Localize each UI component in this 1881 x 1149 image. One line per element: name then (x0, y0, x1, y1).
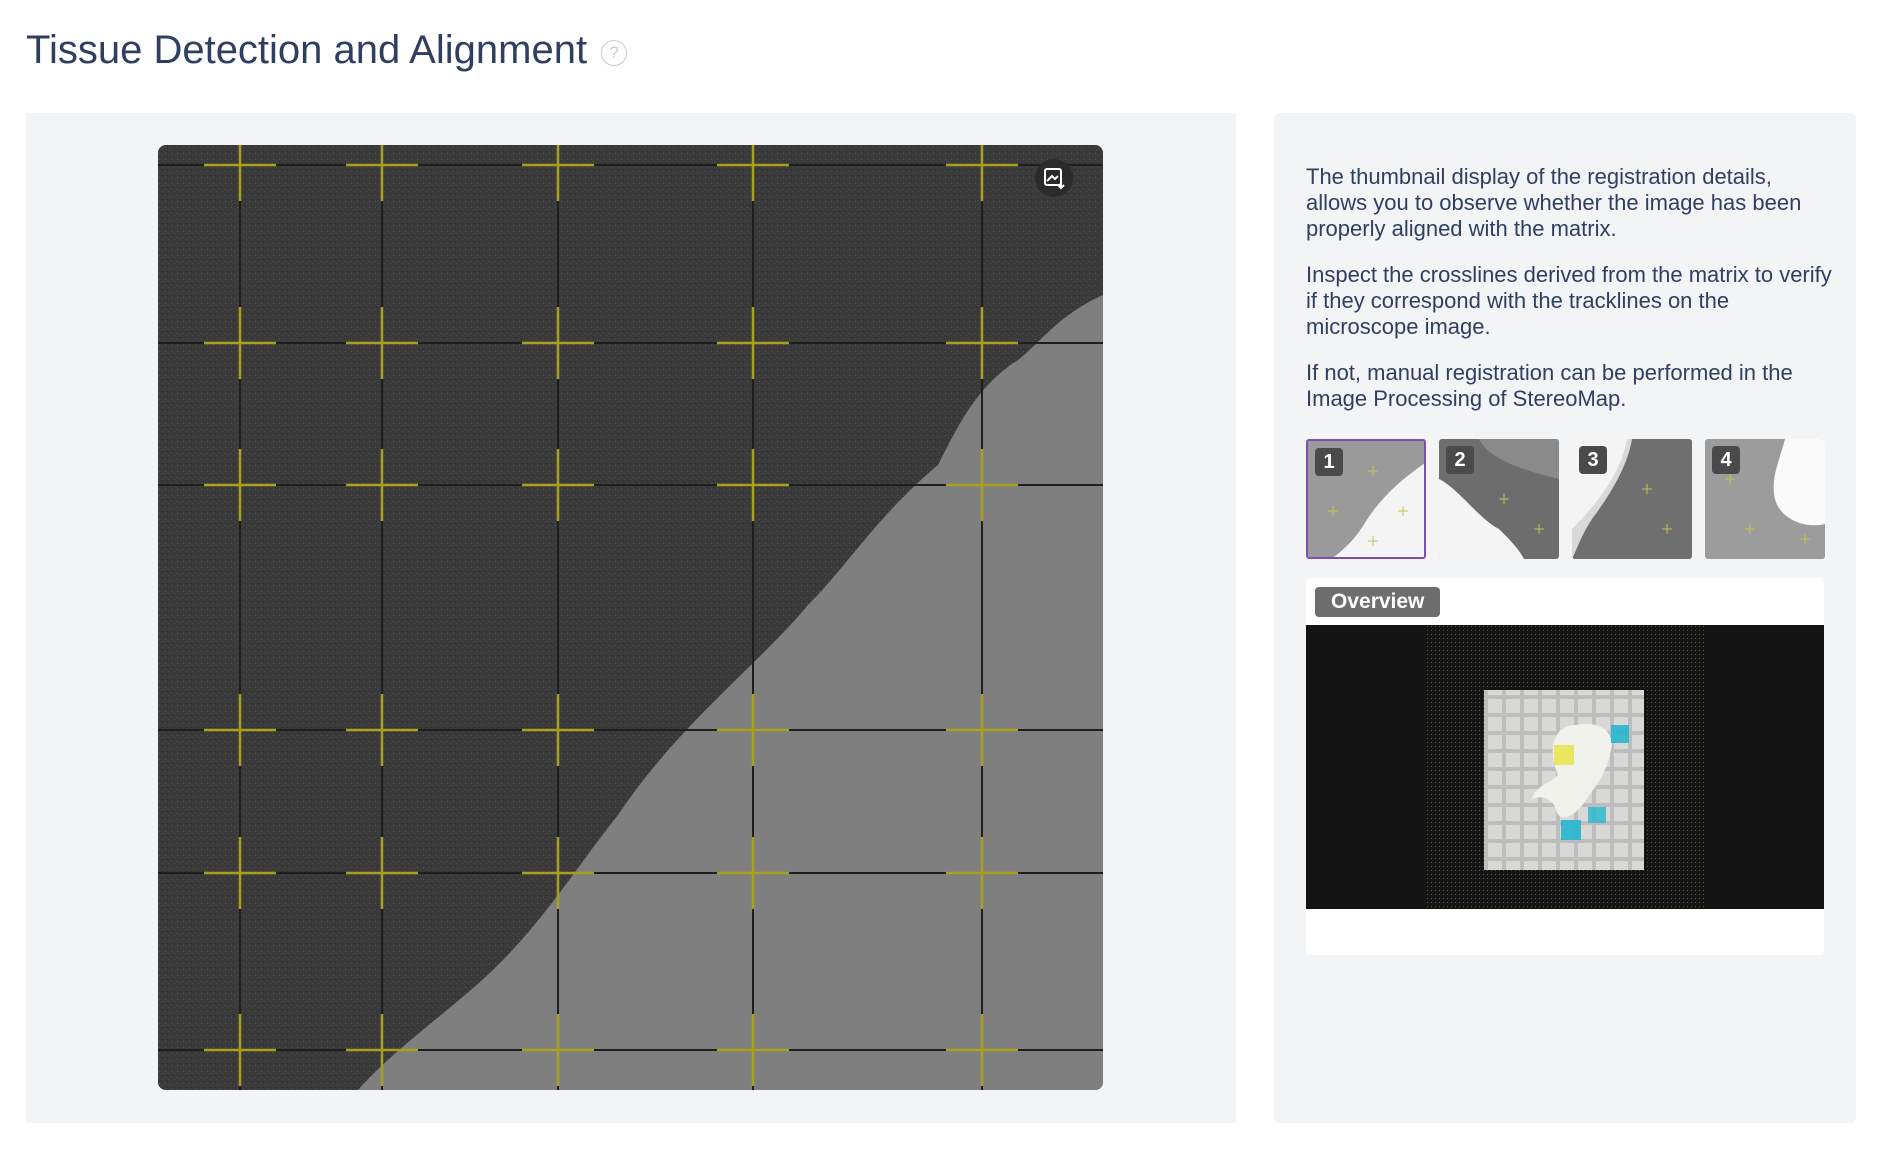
thumbnail-number: 4 (1712, 446, 1740, 474)
question-circle-icon[interactable]: ? (601, 39, 628, 66)
overview-image-graphic (1424, 625, 1706, 909)
thumbnail-2[interactable]: 2 (1439, 439, 1559, 559)
thumbnail-strip: 1 2 3 4 (1306, 439, 1825, 559)
overview-image[interactable] (1306, 625, 1824, 909)
description-paragraph-1: The thumbnail display of the registratio… (1306, 164, 1802, 241)
image-export-button[interactable] (1035, 159, 1073, 197)
image-export-icon (1044, 168, 1065, 190)
registration-image-viewer[interactable] (158, 145, 1103, 1090)
thumbnail-1[interactable]: 1 (1306, 439, 1426, 559)
description: The thumbnail display of the registratio… (1306, 164, 1836, 432)
overview-card: Overview (1306, 578, 1824, 955)
registration-image (158, 145, 1103, 1090)
description-paragraph-3: If not, manual registration can be perfo… (1306, 360, 1793, 411)
page-title: Tissue Detection and Alignment ? (26, 28, 628, 73)
thumbnail-number: 2 (1446, 446, 1474, 474)
thumbnail-number: 1 (1315, 448, 1343, 476)
thumbnail-number: 3 (1579, 446, 1607, 474)
page-title-text: Tissue Detection and Alignment (26, 28, 588, 72)
thumbnail-3[interactable]: 3 (1572, 439, 1692, 559)
overview-label: Overview (1315, 587, 1441, 617)
description-paragraph-2: Inspect the crosslines derived from the … (1306, 262, 1832, 339)
thumbnail-4[interactable]: 4 (1705, 439, 1825, 559)
